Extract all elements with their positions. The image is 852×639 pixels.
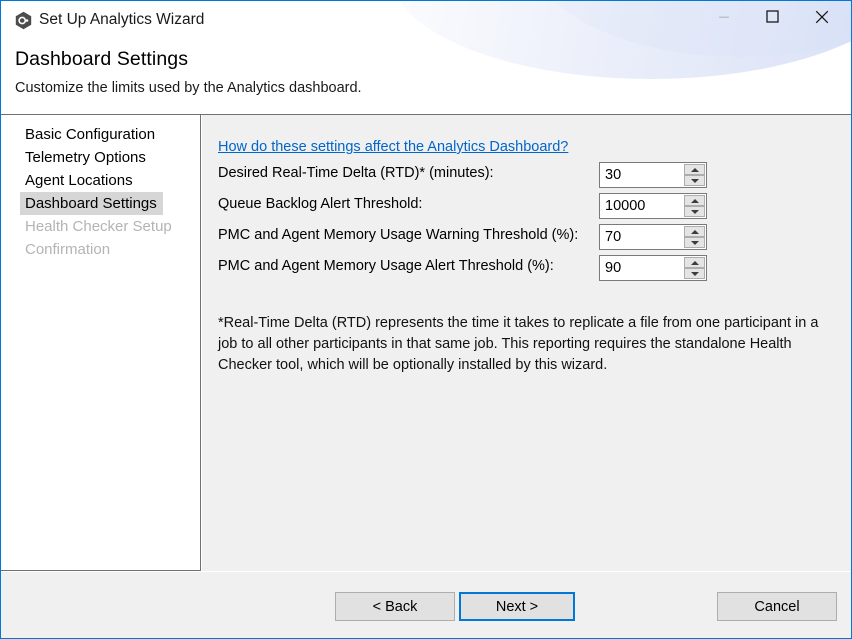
memory-alert-input[interactable] xyxy=(605,259,683,277)
page-subtitle: Customize the limits used by the Analyti… xyxy=(15,80,362,96)
field-row-memory-warning: PMC and Agent Memory Usage Warning Thres… xyxy=(218,224,838,250)
memory-warning-label: PMC and Agent Memory Usage Warning Thres… xyxy=(218,227,579,243)
queue-backlog-spin-buttons[interactable] xyxy=(684,195,705,217)
window-title: Set Up Analytics Wizard xyxy=(39,11,205,28)
next-button[interactable]: Next > xyxy=(459,592,575,621)
sidebar-item-basic-configuration[interactable]: Basic Configuration xyxy=(20,123,161,146)
spinner-up-icon[interactable] xyxy=(684,257,705,268)
sidebar-item-agent-locations[interactable]: Agent Locations xyxy=(20,169,139,192)
memory-alert-label: PMC and Agent Memory Usage Alert Thresho… xyxy=(218,258,554,274)
dialog-footer: < Back Next > Cancel xyxy=(1,572,851,638)
close-icon[interactable] xyxy=(799,1,845,32)
queue-backlog-input[interactable] xyxy=(605,197,683,215)
sidebar-item-dashboard-settings[interactable]: Dashboard Settings xyxy=(20,192,163,215)
queue-backlog-label: Queue Backlog Alert Threshold: xyxy=(218,196,423,212)
rtd-input[interactable] xyxy=(605,166,683,184)
rtd-footnote: *Real-Time Delta (RTD) represents the ti… xyxy=(218,315,819,373)
spinner-down-icon[interactable] xyxy=(684,268,705,279)
field-row-rtd: Desired Real-Time Delta (RTD)* (minutes)… xyxy=(218,162,838,188)
analytics-hex-icon xyxy=(14,11,33,30)
spinner-down-icon[interactable] xyxy=(684,175,705,186)
rtd-spin-buttons[interactable] xyxy=(684,164,705,186)
window-header: Set Up Analytics Wizard Dashboard Settin… xyxy=(1,1,851,114)
spinner-up-icon[interactable] xyxy=(684,195,705,206)
spinner-up-icon[interactable] xyxy=(684,164,705,175)
spinner-up-icon[interactable] xyxy=(684,226,705,237)
memory-warning-spinner[interactable] xyxy=(599,224,707,250)
back-button[interactable]: < Back xyxy=(335,592,455,621)
spinner-down-icon[interactable] xyxy=(684,237,705,248)
title-bar[interactable]: Set Up Analytics Wizard xyxy=(1,1,851,41)
wizard-step-list: Basic Configuration Telemetry Options Ag… xyxy=(1,115,201,571)
sidebar-item-confirmation: Confirmation xyxy=(25,241,111,258)
settings-panel: How do these settings affect the Analyti… xyxy=(202,115,851,571)
queue-backlog-spinner[interactable] xyxy=(599,193,707,219)
memory-warning-input[interactable] xyxy=(605,228,683,246)
wizard-window: Set Up Analytics Wizard Dashboard Settin… xyxy=(0,0,852,639)
memory-warning-spin-buttons[interactable] xyxy=(684,226,705,248)
rtd-label: Desired Real-Time Delta (RTD)* (minutes)… xyxy=(218,165,494,181)
maximize-icon[interactable] xyxy=(749,1,795,32)
minimize-icon[interactable] xyxy=(701,1,747,32)
sidebar-item-telemetry-options[interactable]: Telemetry Options xyxy=(20,146,152,169)
memory-alert-spinner[interactable] xyxy=(599,255,707,281)
rtd-spinner[interactable] xyxy=(599,162,707,188)
field-row-queue-backlog: Queue Backlog Alert Threshold: xyxy=(218,193,838,219)
memory-alert-spin-buttons[interactable] xyxy=(684,257,705,279)
field-row-memory-alert: PMC and Agent Memory Usage Alert Thresho… xyxy=(218,255,838,281)
sidebar-item-health-checker-setup: Health Checker Setup xyxy=(25,218,172,235)
spinner-down-icon[interactable] xyxy=(684,206,705,217)
page-title: Dashboard Settings xyxy=(15,48,189,70)
help-link[interactable]: How do these settings affect the Analyti… xyxy=(218,139,568,155)
cancel-button[interactable]: Cancel xyxy=(717,592,837,621)
